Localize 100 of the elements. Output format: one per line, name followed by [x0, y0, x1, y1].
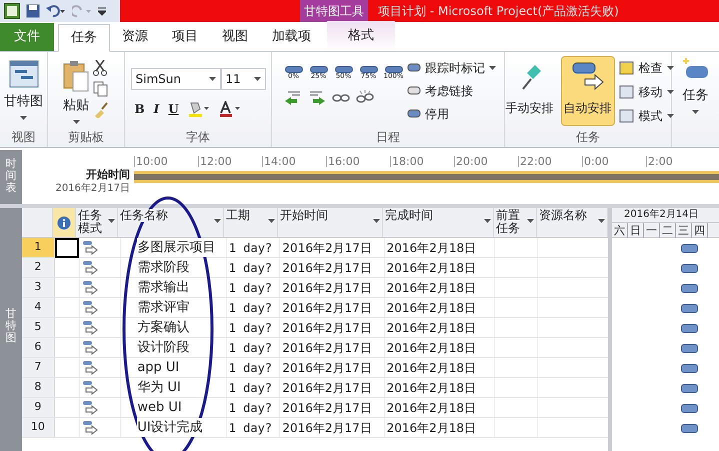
- ribbon-tab[interactable]: 加载项: [260, 23, 323, 51]
- row-number[interactable]: 10: [22, 418, 55, 437]
- customize-toolbar-icon[interactable]: [98, 5, 106, 17]
- column-header[interactable]: 任务名称: [118, 208, 224, 237]
- time-tick: 20:00: [454, 156, 518, 167]
- gantt-bar[interactable]: [681, 404, 698, 412]
- undo-icon[interactable]: [46, 4, 66, 18]
- ribbon-tab[interactable]: 格式: [327, 21, 395, 51]
- gantt-bar[interactable]: [681, 264, 698, 272]
- time-tick: 12:00: [198, 156, 262, 167]
- column-header[interactable]: 开始时间: [278, 208, 383, 237]
- row-number[interactable]: 3: [22, 278, 55, 297]
- brush-icon[interactable]: [93, 102, 109, 118]
- indent-icon[interactable]: [308, 90, 326, 106]
- font-color-icon[interactable]: [218, 101, 241, 117]
- column-header[interactable]: 工期: [224, 208, 278, 237]
- gantt-day-label: 四: [692, 223, 708, 238]
- schedule-command[interactable]: 考虑链接: [407, 82, 496, 100]
- font-name-field[interactable]: SimSun: [130, 68, 220, 90]
- duration: 1 day?: [228, 360, 272, 376]
- finish-date: 2016年2月18日: [386, 400, 476, 416]
- caret-icon: [208, 77, 216, 81]
- gantt-bar[interactable]: [681, 304, 698, 312]
- duration: 1 day?: [228, 240, 272, 256]
- copy-icon[interactable]: [93, 81, 109, 97]
- caret-icon: [666, 90, 674, 94]
- ribbon-tab[interactable]: 资源: [110, 23, 160, 51]
- format-button[interactable]: B: [134, 100, 145, 118]
- gantt-bar[interactable]: [681, 284, 698, 292]
- link-icon[interactable]: [332, 92, 350, 104]
- paste-button[interactable]: 粘贴: [63, 56, 89, 124]
- caret-icon: [666, 114, 674, 118]
- caret-icon: [489, 66, 496, 70]
- caret-icon: [254, 77, 260, 81]
- ribbon-tab[interactable]: 视图: [210, 23, 260, 51]
- insert-task-button[interactable]: 任务: [682, 56, 710, 114]
- gantt-bar[interactable]: [681, 424, 698, 432]
- fill-color-icon[interactable]: [188, 101, 210, 117]
- task-name: 多图展示项目: [137, 238, 216, 258]
- format-button[interactable]: I: [154, 100, 160, 118]
- gantt-day-label: 六: [612, 223, 628, 238]
- task-command[interactable]: 移动: [618, 83, 674, 101]
- finish-date: 2016年2月18日: [386, 340, 476, 356]
- row-number[interactable]: 2: [22, 258, 55, 277]
- finish-date: 2016年2月18日: [386, 420, 476, 436]
- gantt-week-label: 2016年2月14日: [612, 208, 719, 223]
- save-icon[interactable]: [26, 4, 40, 18]
- start-date: 2016年2月17日: [282, 260, 372, 276]
- schedule-command[interactable]: 停用: [407, 105, 496, 123]
- ribbon-tab[interactable]: 项目: [160, 23, 210, 51]
- schedule-mode-button[interactable]: 手动安排: [502, 56, 556, 126]
- row-number[interactable]: 7: [22, 358, 55, 377]
- group-label: 视图: [12, 131, 36, 143]
- auto-schedule-icon: [82, 420, 98, 436]
- column-header[interactable]: 前置任务: [494, 208, 537, 237]
- gantt-bar[interactable]: [681, 324, 698, 332]
- gantt-bar[interactable]: [681, 244, 698, 252]
- outdent-icon[interactable]: [284, 90, 302, 106]
- gantt-chart-button[interactable]: 甘特图: [4, 56, 43, 120]
- column-header[interactable]: 完成时间: [383, 208, 494, 237]
- row-number[interactable]: 4: [22, 298, 55, 317]
- start-date: 2016年2月17日: [282, 380, 372, 396]
- auto-schedule-icon: [82, 240, 98, 256]
- gantt-bar[interactable]: [681, 364, 698, 372]
- gantt-bar[interactable]: [681, 384, 698, 392]
- caret-icon: [268, 219, 275, 223]
- start-date: 2016年2月17日: [282, 280, 372, 296]
- row-number[interactable]: 5: [22, 318, 55, 337]
- schedule-mode-button[interactable]: 自动安排: [560, 56, 614, 126]
- caret-icon: [108, 219, 115, 223]
- schedule-command[interactable]: 跟踪时标记: [407, 59, 496, 77]
- ribbon-tab[interactable]: 任务: [58, 24, 110, 52]
- row-number[interactable]: 1: [22, 238, 55, 257]
- file-tab[interactable]: 文件: [0, 23, 54, 51]
- group-label: 日程: [376, 131, 400, 143]
- timeline-start-label: 开始时间: [86, 169, 130, 180]
- active-cell[interactable]: [54, 238, 79, 258]
- format-button[interactable]: U: [168, 100, 179, 118]
- task-command[interactable]: 模式: [618, 107, 674, 125]
- row-number[interactable]: 8: [22, 378, 55, 397]
- gantt-day-label: 二: [660, 223, 676, 238]
- finish-date: 2016年2月18日: [386, 300, 476, 316]
- caret-icon: [72, 120, 80, 124]
- app-logo-icon[interactable]: [4, 3, 20, 19]
- caret-icon: [373, 219, 380, 223]
- finish-date: 2016年2月18日: [386, 280, 476, 296]
- row-number[interactable]: 9: [22, 398, 55, 417]
- row-number[interactable]: 6: [22, 338, 55, 357]
- column-header[interactable]: 资源名称: [537, 208, 608, 237]
- auto-schedule-icon: [82, 360, 98, 376]
- info-icon: [56, 216, 71, 230]
- font-size-field[interactable]: 11: [220, 68, 266, 90]
- caret-icon: [666, 66, 674, 70]
- caret-icon: [692, 110, 699, 114]
- gantt-bar[interactable]: [681, 344, 698, 352]
- scissors-icon[interactable]: [93, 60, 107, 76]
- start-date: 2016年2月17日: [282, 320, 372, 336]
- duration: 1 day?: [228, 340, 272, 356]
- task-command[interactable]: 检查: [618, 59, 674, 77]
- auto-schedule-icon: [82, 340, 98, 356]
